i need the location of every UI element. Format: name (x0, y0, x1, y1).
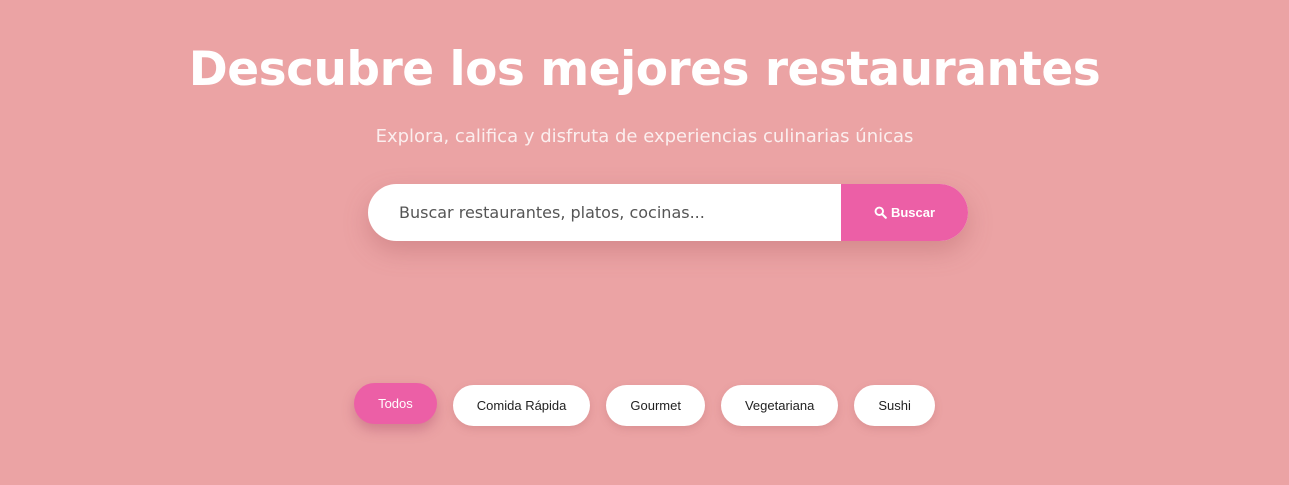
filter-chip-sushi[interactable]: Sushi (854, 385, 935, 426)
search-icon (874, 206, 887, 219)
page-subtitle: Explora, califica y disfruta de experien… (375, 126, 914, 147)
filter-chip-comida-rapida[interactable]: Comida Rápida (452, 385, 591, 426)
search-button-label: Buscar (890, 205, 936, 220)
filter-chip-vegetariana[interactable]: Vegetariana (720, 385, 839, 426)
search-input[interactable] (368, 184, 841, 241)
category-filters: Todos Comida Rápida Gourmet Vegetariana … (0, 383, 1289, 426)
search-button[interactable]: Buscar (841, 184, 968, 241)
search-bar: Buscar (368, 184, 968, 241)
hero-section: Descubre los mejores restaurantes Explor… (0, 0, 1289, 485)
page-title: Descubre los mejores restaurantes (188, 42, 1101, 97)
filter-chip-gourmet[interactable]: Gourmet (606, 385, 705, 426)
filter-chip-todos[interactable]: Todos (354, 383, 437, 424)
